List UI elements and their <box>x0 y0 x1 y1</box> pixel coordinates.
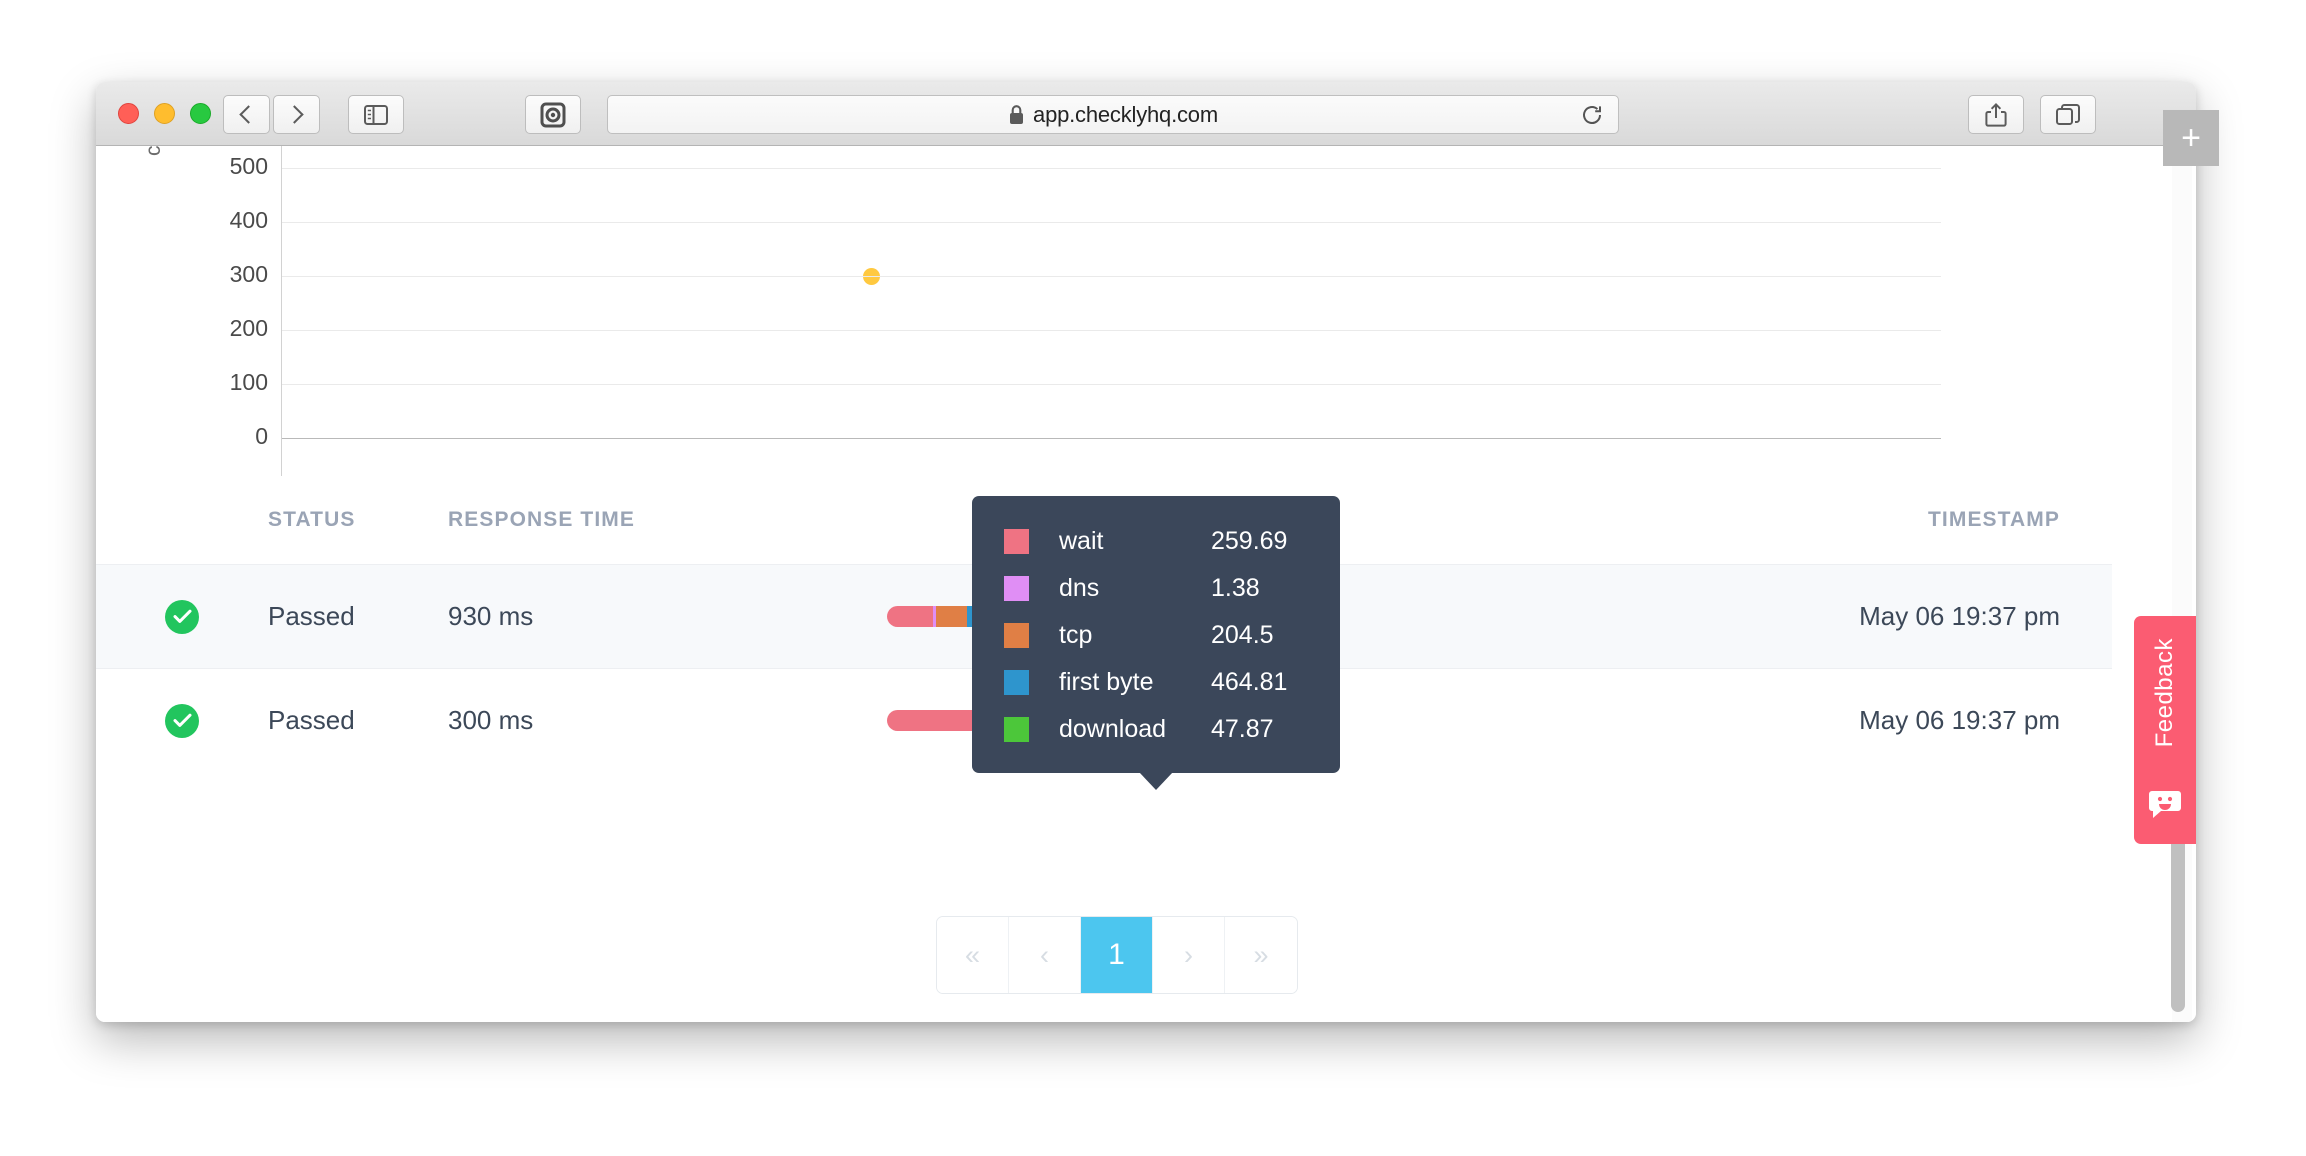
tab-overview-icon <box>2056 103 2080 125</box>
timestamp-cell: May 06 19:37 pm <box>1859 705 2060 735</box>
chart-gridline <box>282 384 1941 385</box>
timestamp-cell: May 06 19:37 pm <box>1859 601 2060 631</box>
tooltip-row: first byte 464.81 <box>972 659 1340 706</box>
scrollbar-track[interactable] <box>2171 146 2192 1022</box>
close-window-button[interactable] <box>118 103 139 124</box>
new-tab-button[interactable]: + <box>2163 110 2219 166</box>
tooltip-value: 464.81 <box>1211 668 1288 696</box>
sidebar-toggle-button[interactable] <box>348 95 404 134</box>
response-time-cell: 300 ms <box>448 705 534 735</box>
tooltip-swatch-first-byte <box>1004 670 1029 695</box>
share-button[interactable] <box>1968 95 2024 134</box>
chart-y-tick-100: 100 <box>229 369 268 395</box>
chart-gridline <box>282 276 1941 277</box>
window-controls <box>118 103 211 124</box>
feedback-smiley-icon <box>2148 789 2182 824</box>
timing-segment-tcp[interactable] <box>936 606 968 627</box>
chart-y-axis-title: check duration <box>142 146 166 156</box>
minimize-window-button[interactable] <box>154 103 175 124</box>
page-content: check duration 500 400 300 200 100 0 STATUS R… <box>96 146 2196 1022</box>
feedback-tab[interactable]: Feedback <box>2134 616 2196 844</box>
chart-y-tick-300: 300 <box>229 261 268 287</box>
tooltip-row: tcp 204.5 <box>972 612 1340 659</box>
reader-view-button[interactable] <box>525 95 581 134</box>
tooltip-swatch-tcp <box>1004 623 1029 648</box>
chart-y-tick-400: 400 <box>229 207 268 233</box>
pagination-first-button[interactable]: « <box>937 917 1009 993</box>
sidebar-toggle-icon <box>364 104 388 125</box>
back-button[interactable] <box>223 95 270 134</box>
maximize-window-button[interactable] <box>190 103 211 124</box>
tooltip-value: 1.38 <box>1211 574 1260 602</box>
table-header-timestamp: TIMESTAMP <box>1927 508 2060 531</box>
tooltip-swatch-wait <box>1004 529 1029 554</box>
chart-gridline <box>282 168 1941 169</box>
pagination-page-1[interactable]: 1 <box>1081 917 1153 993</box>
tooltip-swatch-download <box>1004 717 1029 742</box>
chart-y-tick-0: 0 <box>255 423 268 449</box>
pagination-prev-button[interactable]: ‹ <box>1009 917 1081 993</box>
table-header-response-time: RESPONSE TIME <box>448 508 635 531</box>
tooltip-swatch-dns <box>1004 576 1029 601</box>
chevron-right-icon <box>285 105 304 124</box>
browser-toolbar: app.checklyhq.com <box>96 82 2196 146</box>
chart-gridline <box>282 222 1941 223</box>
tooltip-label: first byte <box>1059 668 1154 696</box>
tooltip-row: wait 259.69 <box>972 518 1340 565</box>
check-circle-icon <box>165 703 199 738</box>
tooltip-label: wait <box>1059 527 1104 555</box>
chart-y-tick-200: 200 <box>229 315 268 341</box>
tooltip-label: dns <box>1059 574 1100 602</box>
chart-y-tick-500: 500 <box>229 153 268 179</box>
status-label: Passed <box>268 705 355 735</box>
lock-icon <box>1010 105 1024 124</box>
chart-plot-area <box>281 146 1941 476</box>
pagination-last-button[interactable]: » <box>1225 917 1297 993</box>
tooltip-label: download <box>1059 715 1167 743</box>
status-cell <box>96 599 268 634</box>
reload-icon <box>1583 105 1601 124</box>
status-label: Passed <box>268 601 355 631</box>
response-time-cell: 930 ms <box>448 601 534 631</box>
tooltip-value: 259.69 <box>1211 527 1288 555</box>
tooltip-value: 204.5 <box>1211 621 1274 649</box>
tooltip-label: tcp <box>1059 621 1093 649</box>
url-text: app.checklyhq.com <box>1033 101 1218 127</box>
reader-view-icon <box>540 102 566 127</box>
pagination: « ‹ 1 › » <box>936 916 1298 994</box>
share-icon <box>1985 102 2007 127</box>
tab-overview-button[interactable] <box>2040 95 2096 134</box>
chart-y-ticks: 500 400 300 200 100 0 <box>176 146 268 476</box>
reload-button[interactable] <box>1580 103 1604 127</box>
chart-gridline <box>282 438 1941 439</box>
tooltip-row: download 47.87 <box>972 706 1340 753</box>
address-bar[interactable]: app.checklyhq.com <box>607 95 1619 134</box>
browser-window: app.checklyhq.com ch <box>96 82 2196 1022</box>
forward-button[interactable] <box>273 95 320 134</box>
check-duration-chart: check duration 500 400 300 200 100 0 <box>96 146 2112 476</box>
chevron-left-icon <box>239 105 258 124</box>
timing-segment-wait[interactable] <box>887 606 933 627</box>
tooltip-value: 47.87 <box>1211 715 1274 743</box>
tooltip-row: dns 1.38 <box>972 565 1340 612</box>
chart-gridline <box>282 330 1941 331</box>
table-header-status: STATUS <box>268 508 356 531</box>
timing-breakdown-tooltip: wait 259.69 dns 1.38 tcp 204.5 first byte 464.8… <box>972 496 1340 773</box>
check-circle-icon <box>165 599 199 634</box>
feedback-label: Feedback <box>2151 638 2178 748</box>
pagination-next-button[interactable]: › <box>1153 917 1225 993</box>
status-cell <box>96 703 268 738</box>
